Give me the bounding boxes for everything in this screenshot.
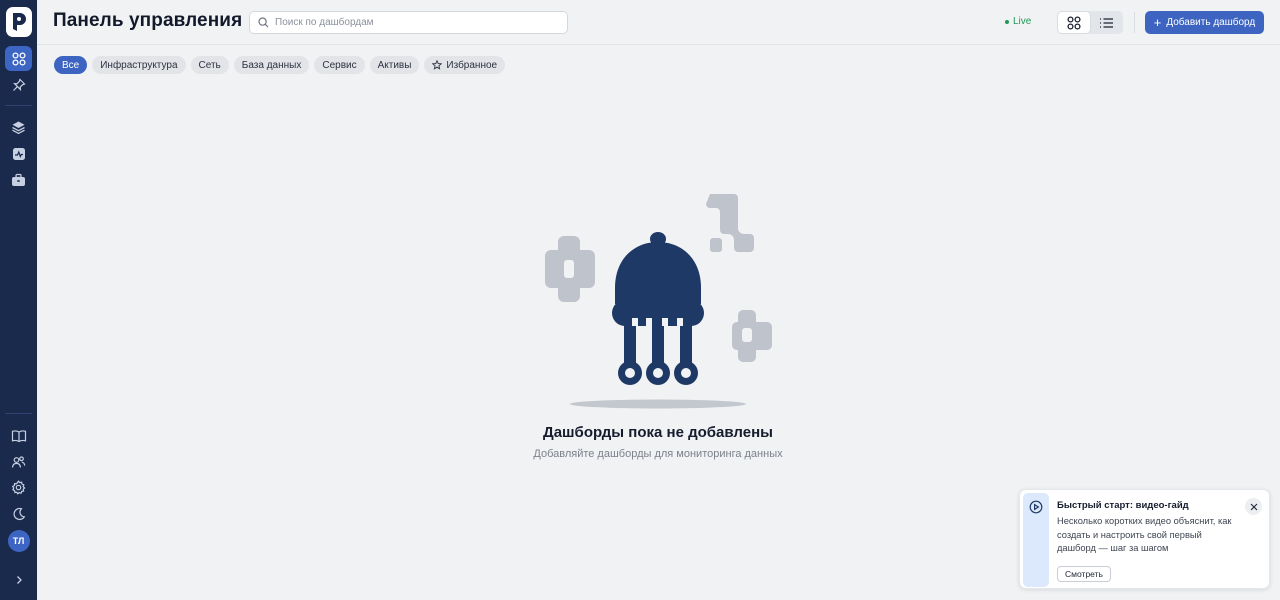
illustration-gray-shape-top-right [706,194,754,252]
sidebar-item-settings[interactable] [5,475,32,500]
gear-icon [11,480,26,495]
sidebar-item-assets[interactable] [5,167,32,192]
sidebar-item-pinned[interactable] [5,72,32,97]
sidebar-item-monitoring[interactable] [5,141,32,166]
book-icon [11,429,26,442]
toast-body: Несколько коротких видео объяснит, как с… [1057,516,1232,553]
pin-icon [12,77,26,91]
sidebar-item-layers[interactable] [5,115,32,140]
add-dashboard-button[interactable]: + Добавить дашборд [1145,11,1264,34]
empty-state-subtitle: Добавляйте дашборды для мониторинга данн… [533,448,783,460]
page-title: Панель управления [53,10,243,31]
illustration-shadow [570,399,746,409]
filter-chip-infrastructure[interactable]: Инфраструктура [92,56,186,74]
filter-chip-favorites[interactable]: Избранное [424,56,506,74]
live-dot-icon [1005,19,1009,24]
filter-chip-network[interactable]: Сеть [190,56,229,74]
empty-state-illustration [545,194,772,409]
close-icon [1250,503,1257,510]
toast-accent-strip [1023,493,1049,587]
filter-chip-service[interactable]: Сервис [314,56,365,74]
moon-icon [13,507,25,520]
header-divider [1134,12,1135,33]
toast-watch-button[interactable]: Смотреть [1057,566,1111,582]
list-icon [1099,17,1113,28]
grid-icon [11,51,26,66]
filter-chip-assets[interactable]: Активы [369,56,420,74]
sidebar-item-docs[interactable] [5,423,32,448]
sidebar-item-theme[interactable] [5,501,32,526]
search-input[interactable] [275,17,555,28]
sidebar-divider [5,105,32,106]
live-indicator: Live [1005,16,1031,27]
filter-chip-favorites-label: Избранное [446,59,498,71]
sidebar-expand-button[interactable] [5,567,32,592]
add-dashboard-label: Добавить дашборд [1166,17,1256,28]
logo-icon [12,13,26,31]
sidebar-item-dashboards[interactable] [5,46,32,71]
sidebar-item-users[interactable] [5,449,32,474]
illustration-robot [612,232,704,385]
plus-icon: + [1153,15,1162,30]
grid-icon [1067,15,1081,30]
empty-state-title: Дашборды пока не добавлены [543,424,773,441]
activity-icon [12,147,25,160]
filter-chip-database[interactable]: База данных [233,56,310,74]
chevron-right-icon [16,575,22,584]
search-icon [258,17,269,28]
layers-icon [12,121,25,135]
view-toggle [1057,11,1123,34]
users-icon [11,455,26,468]
star-icon [432,60,443,70]
sidebar: ТЛ [0,0,37,600]
briefcase-icon [12,173,25,186]
search-box[interactable] [249,11,568,34]
toast-title: Быстрый старт: видео-гайд [1057,500,1189,511]
sidebar-divider [5,413,32,414]
app-logo[interactable] [5,7,32,37]
grid-view-button[interactable] [1058,12,1090,33]
list-view-button[interactable] [1090,12,1122,33]
play-circle-icon [1029,500,1043,514]
filter-chips: Все Инфраструктура Сеть База данных Серв… [54,56,506,74]
filter-chip-all[interactable]: Все [54,56,88,74]
quick-start-toast: Быстрый старт: видео-гайд Несколько коро… [1019,489,1270,589]
toast-close-button[interactable] [1245,498,1262,515]
live-label: Live [1013,16,1032,27]
avatar[interactable]: ТЛ [7,530,30,552]
page-header: Панель управления Live + Добавить дашбор… [37,0,1280,45]
